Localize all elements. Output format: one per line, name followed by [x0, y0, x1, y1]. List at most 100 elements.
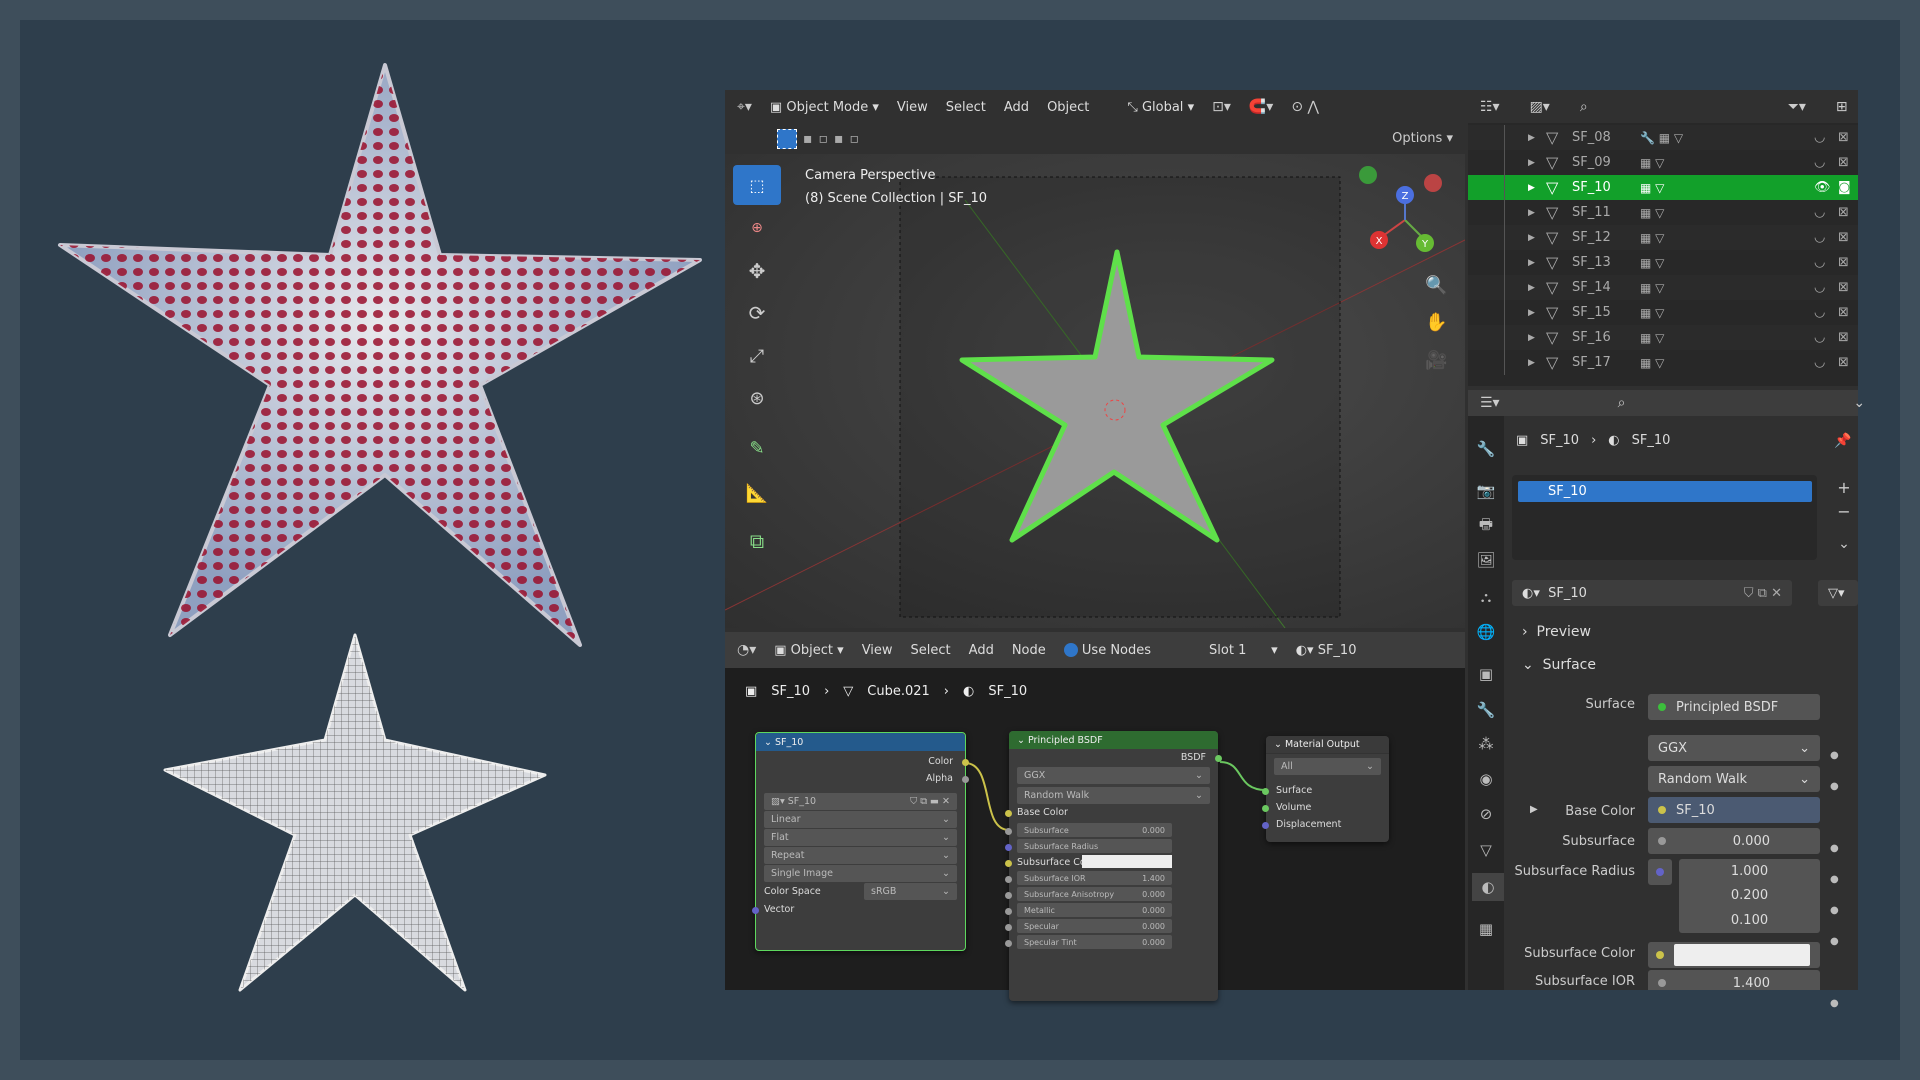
hidden-eye-icon[interactable]: ◡: [1814, 355, 1825, 370]
object-name[interactable]: SF_12: [1572, 230, 1611, 245]
outliner-row[interactable]: ▶ ▽ SF_13 ▦ ▽ ◡ ⊠: [1468, 250, 1858, 275]
object-tab-icon[interactable]: ▣: [1472, 660, 1500, 688]
proportional-edit-icon[interactable]: ⊙ ⋀: [1291, 99, 1319, 115]
filter-icon[interactable]: ⏷▾: [1788, 99, 1806, 115]
interpolation-select[interactable]: Linear ⌄: [764, 811, 957, 828]
render-camera-icon[interactable]: ◙: [1838, 180, 1851, 195]
options-dropdown[interactable]: Options ▾: [1392, 131, 1453, 146]
object-name[interactable]: SF_10: [1572, 180, 1611, 195]
render-camera-icon[interactable]: ⊠: [1838, 155, 1849, 170]
subsurface-radius-vector[interactable]: 1.000 0.200 0.100: [1679, 859, 1820, 933]
hidden-eye-icon[interactable]: ◡: [1814, 305, 1825, 320]
editor-type-icon[interactable]: ⌖▾: [737, 99, 752, 115]
hidden-eye-icon[interactable]: ◡: [1814, 280, 1825, 295]
principled-bsdf-node[interactable]: ⌄ Principled BSDF BSDF GGX ⌄ Random Walk ⌄…: [1005, 731, 1222, 1001]
outliner-row[interactable]: ▶ ▽ SF_17 ▦ ▽ ◡ ⊠: [1468, 350, 1858, 375]
subsurface-color-swatch[interactable]: [1082, 855, 1172, 868]
render-camera-icon[interactable]: ⊠: [1838, 205, 1849, 220]
hidden-eye-icon[interactable]: ◡: [1814, 330, 1825, 345]
subsurface-color-field[interactable]: [1648, 942, 1820, 968]
bsdf-input-socket[interactable]: [1005, 908, 1012, 915]
render-camera-icon[interactable]: ⊠: [1838, 330, 1849, 345]
hidden-eye-icon[interactable]: ◡: [1814, 130, 1825, 145]
cursor-tool-icon[interactable]: ⊕: [733, 210, 781, 246]
hidden-eye-icon[interactable]: ◡: [1814, 205, 1825, 220]
transform-tool-icon[interactable]: ⊛: [733, 380, 781, 416]
scale-tool-icon[interactable]: ⤢: [733, 338, 781, 374]
add-slot-button[interactable]: +: [1832, 478, 1856, 497]
outliner-row[interactable]: ▶ ▽ SF_16 ▦ ▽ ◡ ⊠: [1468, 325, 1858, 350]
snap-icon[interactable]: 🧲▾: [1249, 99, 1273, 115]
menu-object[interactable]: Object: [1047, 100, 1089, 115]
render-camera-icon[interactable]: ⊠: [1838, 255, 1849, 270]
bsdf-input-socket[interactable]: [1005, 876, 1012, 883]
physics-tab-icon[interactable]: ◉: [1472, 765, 1500, 793]
material-slot-item[interactable]: SF_10: [1518, 481, 1812, 502]
render-camera-icon[interactable]: ⊠: [1838, 280, 1849, 295]
bsdf-input-socket[interactable]: [1005, 860, 1012, 867]
modifier-data-icons[interactable]: ▦ ▽: [1640, 256, 1664, 270]
bsdf-input-socket[interactable]: [1005, 940, 1012, 947]
object-name[interactable]: SF_08: [1572, 130, 1611, 145]
keyframe-dots[interactable]: ● ● ● ● ● ● ●: [1830, 740, 1839, 1019]
visible-eye-icon[interactable]: 👁: [1814, 180, 1831, 195]
subsurface-field[interactable]: 0.000: [1648, 828, 1820, 854]
displacement-input-socket[interactable]: [1262, 822, 1269, 829]
select-mode-icons[interactable]: ▪▫▪▫: [803, 131, 865, 147]
new-collection-icon[interactable]: ⊞: [1836, 99, 1848, 115]
modifier-data-icons[interactable]: ▦ ▽: [1640, 356, 1664, 370]
expand-arrow-icon[interactable]: ▶: [1528, 283, 1535, 293]
bsdf-input-field[interactable]: Metallic 0.000: [1017, 903, 1172, 917]
surface-panel-header[interactable]: ⌄ Surface: [1522, 657, 1596, 673]
scene-tab-icon[interactable]: ⛬: [1472, 583, 1500, 611]
bsdf-input-socket[interactable]: [1005, 844, 1012, 851]
expand-arrow-icon[interactable]: ▶: [1528, 208, 1535, 218]
bsdf-input-socket[interactable]: [1005, 892, 1012, 899]
vector-input-socket[interactable]: [752, 907, 759, 914]
output-alpha-socket[interactable]: [962, 776, 969, 783]
output-tab-icon[interactable]: 🖶: [1472, 512, 1500, 540]
pan-hand-icon[interactable]: ✋: [1425, 312, 1447, 333]
bsdf-input-field[interactable]: Subsurface Anisotropy 0.000: [1017, 887, 1172, 901]
expand-arrow-icon[interactable]: ▶: [1528, 158, 1535, 168]
subsurface-method-select[interactable]: Random Walk ⌄: [1017, 787, 1210, 804]
subsurface-color-swatch[interactable]: [1674, 944, 1810, 966]
hidden-eye-icon[interactable]: ◡: [1814, 255, 1825, 270]
pivot-icon[interactable]: ⊡▾: [1212, 99, 1231, 115]
navigation-gizmo[interactable]: Z X Y: [1355, 165, 1455, 265]
outliner-row[interactable]: ▶ ▽ SF_08 🔧 ▦ ▽ ◡ ⊠: [1468, 125, 1858, 150]
expand-arrow-icon[interactable]: ▶: [1528, 233, 1535, 243]
bsdf-input-field[interactable]: Subsurface IOR 1.400: [1017, 871, 1172, 885]
extension-select[interactable]: Repeat ⌄: [764, 847, 957, 864]
menu-view[interactable]: View: [897, 100, 928, 115]
object-name[interactable]: SF_14: [1572, 280, 1611, 295]
modifier-data-icons[interactable]: ▦ ▽: [1640, 331, 1664, 345]
bsdf-input-field[interactable]: Subsurface Radius: [1017, 839, 1172, 853]
material-output-node[interactable]: ⌄ Material Output All ⌄ Surface Volume Di…: [1262, 736, 1389, 842]
subsurface-ior-field[interactable]: 1.400: [1648, 970, 1820, 990]
annotate-tool-icon[interactable]: ✎: [733, 430, 781, 466]
properties-search-icon[interactable]: ⌕: [1618, 395, 1626, 411]
outliner-row[interactable]: ▶ ▽ SF_15 ▦ ▽ ◡ ⊠: [1468, 300, 1858, 325]
render-camera-icon[interactable]: ⊠: [1838, 305, 1849, 320]
render-camera-icon[interactable]: ⊠: [1838, 130, 1849, 145]
tool-tab-icon[interactable]: 🔧: [1472, 435, 1500, 463]
radius-socket-button[interactable]: [1648, 859, 1672, 885]
3d-viewport[interactable]: ⌖▾ ▣ Object Mode ▾ View Select Add Objec…: [725, 90, 1465, 628]
modifier-data-icons[interactable]: ▦ ▽: [1640, 231, 1664, 245]
view-layer-tab-icon[interactable]: 🖼: [1472, 546, 1500, 574]
modifier-data-icons[interactable]: ▦ ▽: [1640, 181, 1664, 195]
render-camera-icon[interactable]: ⊠: [1838, 355, 1849, 370]
select-mode-new-icon[interactable]: [777, 129, 797, 149]
material-datablock[interactable]: ◐▾ SF_10 ⛉ ⧉ ✕: [1512, 580, 1792, 606]
object-name[interactable]: SF_16: [1572, 330, 1611, 345]
surface-input-socket[interactable]: [1262, 788, 1269, 795]
object-name[interactable]: SF_17: [1572, 355, 1611, 370]
output-target-select[interactable]: All ⌄: [1274, 758, 1381, 775]
expand-arrow-icon[interactable]: ▶: [1528, 308, 1535, 318]
bsdf-input-field[interactable]: Specular 0.000: [1017, 919, 1172, 933]
radius-z-value[interactable]: 0.100: [1679, 908, 1820, 933]
color-space-select[interactable]: sRGB ⌄: [864, 883, 957, 900]
render-tab-icon[interactable]: 📷: [1472, 477, 1500, 505]
bsdf-input-socket[interactable]: [1005, 828, 1012, 835]
